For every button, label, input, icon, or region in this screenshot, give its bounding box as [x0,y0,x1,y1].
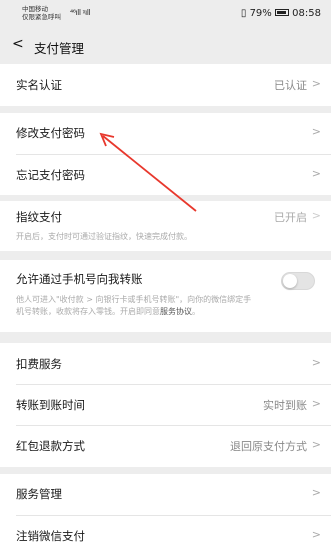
phone-transfer-toggle[interactable] [281,272,315,290]
status-bar: 中国移动 仅限紧急呼叫 ⁴⁶ıll ᵡıll ▯ 79% 08:58 [0,0,331,28]
row-label: 注销微信支付 [16,529,85,543]
chevron-right-icon: > [311,438,321,451]
group-account: 服务管理 > 注销微信支付 > [0,474,331,557]
signal-icon: ⁴⁶ıll ᵡıll [70,8,91,17]
chevron-left-icon[interactable]: < [12,36,24,52]
carrier-text: 中国移动 仅限紧急呼叫 [22,5,61,21]
group-password: 修改支付密码 > 忘记支付密码 > [0,113,331,195]
row-change-password[interactable]: 修改支付密码 > [0,113,331,154]
page-title: 支付管理 [34,41,85,56]
chevron-right-icon: > [311,125,321,138]
row-forgot-password[interactable]: 忘记支付密码 > [0,155,331,195]
row-refund[interactable]: 红包退款方式 退回原支付方式 > [0,426,331,467]
row-value: 实时到账 [263,399,307,412]
chevron-right-icon: > [311,77,321,90]
row-value: 退回原支付方式 [230,440,307,453]
row-value: 已认证 [274,79,307,92]
row-note: 他人可进入"收付款 > 向银行卡或手机号转账"，向你的微信绑定手 机号转账，收款… [16,295,252,316]
row-transfer-time[interactable]: 转账到账时间 实时到账 > [0,385,331,425]
row-label: 忘记支付密码 [16,168,85,182]
row-deduction[interactable]: 扣费服务 > [0,343,331,384]
status-right: ▯ 79% 08:58 [241,8,321,19]
row-label: 实名认证 [16,78,62,92]
row-value: 已开启 [274,211,307,224]
row-cancel-wechat-pay[interactable]: 注销微信支付 > [0,516,331,557]
row-real-name[interactable]: 实名认证 已认证 > [0,64,331,106]
row-label: 指纹支付 [16,210,62,224]
battery-icon [274,9,289,16]
chevron-right-icon: > [311,528,321,541]
row-label: 服务管理 [16,487,62,501]
vibrate-icon: ▯ [240,8,247,19]
row-phone-transfer: 允许通过手机号向我转账 他人可进入"收付款 > 向银行卡或手机号转账"，向你的微… [0,260,331,332]
row-note: 开启后，支付时可通过验证指纹，快速完成付款。 [16,232,192,241]
chevron-right-icon: > [311,397,321,410]
chevron-right-icon: > [311,356,321,369]
chevron-right-icon: > [311,486,321,499]
row-label: 允许通过手机号向我转账 [16,272,143,286]
row-fingerprint[interactable]: 指纹支付 已开启 > 开启后，支付时可通过验证指纹，快速完成付款。 [0,201,331,251]
toggle-knob [283,274,297,288]
chevron-right-icon: > [311,209,321,222]
battery-percent: 79% [249,8,272,19]
service-agreement-link[interactable]: 服务协议 [160,307,192,316]
row-service-management[interactable]: 服务管理 > [0,474,331,515]
clock: 08:58 [292,8,321,19]
group-services: 扣费服务 > 转账到账时间 实时到账 > 红包退款方式 退回原支付方式 > [0,343,331,467]
row-label: 修改支付密码 [16,126,85,140]
row-label: 红包退款方式 [16,439,85,453]
nav-bar: < 支付管理 [0,30,331,62]
chevron-right-icon: > [311,167,321,180]
row-label: 扣费服务 [16,357,62,371]
row-label: 转账到账时间 [16,398,85,412]
